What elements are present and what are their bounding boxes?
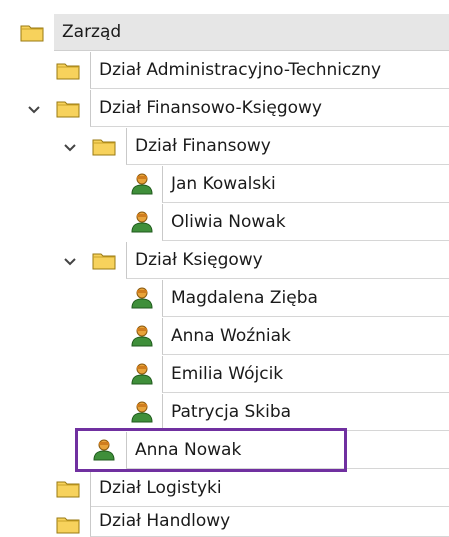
tree-node-cell[interactable]: Zarząd bbox=[54, 14, 449, 51]
tree-node-cell[interactable]: Anna Woźniak bbox=[162, 318, 449, 355]
chevron-down-icon[interactable] bbox=[63, 254, 77, 268]
tree-node-oliwia-nowak[interactable]: Oliwia Nowak bbox=[0, 204, 449, 242]
tree-node-cell[interactable]: Dział Administracyjno-Techniczny bbox=[90, 52, 449, 89]
tree-node-cell[interactable]: Magdalena Zięba bbox=[162, 280, 449, 317]
user-icon bbox=[92, 439, 116, 461]
chevron-down-icon[interactable] bbox=[63, 140, 77, 154]
tree-node-cell[interactable]: Anna Nowak bbox=[126, 432, 449, 469]
tree-node-label: Dział Administracyjno-Techniczny bbox=[99, 59, 382, 80]
tree-node-label: Magdalena Zięba bbox=[171, 287, 318, 308]
tree-node-label: Dział Handlowy bbox=[99, 510, 231, 531]
tree-node-cell[interactable]: Dział Księgowy bbox=[126, 242, 449, 279]
user-icon bbox=[130, 287, 154, 309]
folder-icon bbox=[92, 249, 116, 271]
tree-node-cell[interactable]: Dział Logistyki bbox=[90, 470, 449, 507]
tree-node-cell[interactable]: Dział Handlowy bbox=[90, 506, 449, 537]
tree-node-label: Dział Finansowy bbox=[135, 135, 271, 156]
tree-node-anna-nowak[interactable]: Anna Nowak bbox=[0, 432, 449, 470]
tree-node-label: Dział Logistyki bbox=[99, 477, 222, 498]
tree-node-emilia-wojcik[interactable]: Emilia Wójcik bbox=[0, 356, 449, 394]
user-icon bbox=[130, 363, 154, 385]
tree-node-dzial-ksiegowy[interactable]: Dział Księgowy bbox=[0, 242, 449, 280]
folder-icon bbox=[56, 513, 80, 535]
tree-root-zarzad[interactable]: Zarząd bbox=[0, 14, 449, 52]
tree-node-dzial-finansowo-ksiegowy[interactable]: Dział Finansowo-Księgowy bbox=[0, 90, 449, 128]
tree-node-dzial-finansowy[interactable]: Dział Finansowy bbox=[0, 128, 449, 166]
tree-node-label: Jan Kowalski bbox=[171, 173, 276, 194]
tree-node-label: Anna Nowak bbox=[135, 439, 242, 460]
tree-node-label: Anna Woźniak bbox=[171, 325, 291, 346]
user-icon bbox=[130, 401, 154, 423]
chevron-down-icon[interactable] bbox=[27, 102, 41, 116]
tree-node-label: Patrycja Skiba bbox=[171, 401, 292, 422]
tree-node-cell[interactable]: Jan Kowalski bbox=[162, 166, 449, 203]
tree-node-label: Emilia Wójcik bbox=[171, 363, 284, 384]
tree-node-label: Dział Finansowo-Księgowy bbox=[99, 97, 322, 118]
tree-node-dzial-logistyki[interactable]: Dział Logistyki bbox=[0, 470, 449, 508]
tree-node-magdalena-zieba[interactable]: Magdalena Zięba bbox=[0, 280, 449, 318]
tree-node-cell[interactable]: Patrycja Skiba bbox=[162, 394, 449, 431]
folder-icon bbox=[56, 59, 80, 81]
tree-node-dzial-administracyjno-techniczny[interactable]: Dział Administracyjno-Techniczny bbox=[0, 52, 449, 90]
folder-icon bbox=[56, 477, 80, 499]
tree-node-cell[interactable]: Dział Finansowy bbox=[126, 128, 449, 165]
user-icon bbox=[130, 211, 154, 233]
folder-icon bbox=[92, 135, 116, 157]
tree-node-cell[interactable]: Dział Finansowo-Księgowy bbox=[90, 90, 449, 127]
tree-node-dzial-handlowy[interactable]: Dział Handlowy bbox=[0, 506, 449, 537]
tree-node-cell[interactable]: Oliwia Nowak bbox=[162, 204, 449, 241]
org-tree: Zarząd Dział Administracyjno-Techniczny … bbox=[0, 0, 449, 537]
user-icon bbox=[130, 173, 154, 195]
tree-node-cell[interactable]: Emilia Wójcik bbox=[162, 356, 449, 393]
user-icon bbox=[130, 325, 154, 347]
tree-node-jan-kowalski[interactable]: Jan Kowalski bbox=[0, 166, 449, 204]
tree-node-label: Zarząd bbox=[62, 21, 122, 42]
tree-node-label: Oliwia Nowak bbox=[171, 211, 286, 232]
folder-icon bbox=[20, 21, 44, 43]
tree-node-label: Dział Księgowy bbox=[135, 249, 263, 270]
tree-node-anna-wozniak[interactable]: Anna Woźniak bbox=[0, 318, 449, 356]
folder-icon bbox=[56, 97, 80, 119]
tree-node-patrycja-skiba[interactable]: Patrycja Skiba bbox=[0, 394, 449, 432]
